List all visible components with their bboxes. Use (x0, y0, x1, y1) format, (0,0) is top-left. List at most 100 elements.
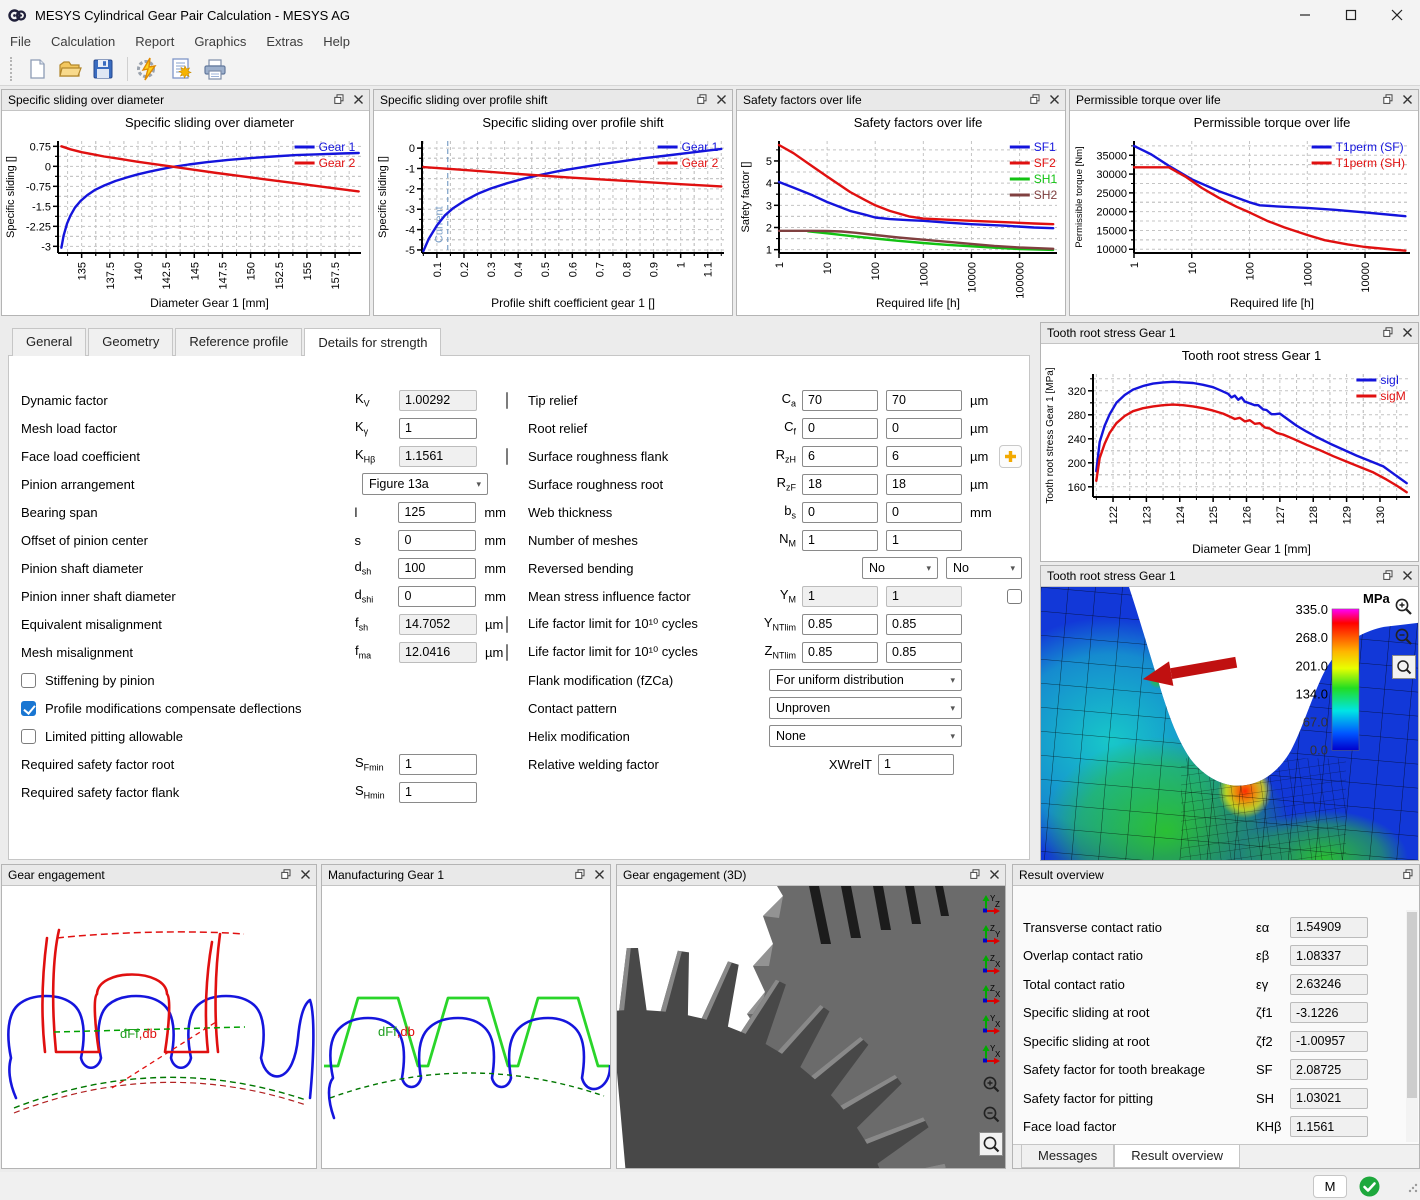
tab-geometry[interactable]: Geometry (88, 328, 173, 356)
close-button[interactable] (1374, 0, 1420, 30)
close-panel-button[interactable] (1403, 326, 1412, 340)
close-panel-button[interactable] (354, 93, 363, 107)
input-number-of-meshes-gear2[interactable]: 1 (886, 530, 962, 551)
input-tip-relief-gear2[interactable]: 70 (886, 390, 962, 411)
maximize-button[interactable] (1328, 0, 1374, 30)
gear-engagement-view[interactable]: dFf,db (2, 886, 316, 1168)
close-panel-button[interactable] (301, 868, 310, 882)
menu-item-calculation[interactable]: Calculation (41, 32, 125, 51)
mode-button[interactable]: M (1313, 1175, 1347, 1198)
input-web-thickness-gear2[interactable]: 0 (886, 502, 962, 523)
checkbox-stiffening-by-pinion[interactable] (21, 673, 36, 688)
checkbox-life-factor-limit-for-10-cycles[interactable] (506, 644, 508, 661)
checkbox-tip-relief[interactable] (506, 392, 508, 409)
zoom-fit-button[interactable] (1392, 655, 1416, 679)
input-equivalent-misalignment[interactable]: 14.7052 (399, 614, 477, 635)
input-mean-stress-influence-factor-gear2[interactable]: 1 (886, 586, 962, 607)
checkbox-life-factor-limit-for-10-cycles[interactable] (506, 616, 508, 633)
input-surface-roughness-flank-gear2[interactable]: 6 (886, 446, 962, 467)
input-life-factor-limit-for-10-cycles-gear1[interactable]: 0.85 (802, 614, 878, 635)
manufacturing-view[interactable]: dFf,db (322, 886, 610, 1168)
select-pinion-arrangement[interactable]: Figure 13a▾ (362, 473, 488, 495)
input-pinion-inner-shaft-diameter[interactable]: 0 (398, 586, 476, 607)
resize-grip[interactable] (1408, 1180, 1418, 1198)
input-required-safety-factor-flank[interactable]: 1 (399, 782, 477, 803)
input-life-factor-limit-for-10-cycles-gear1[interactable]: 0.85 (802, 642, 878, 663)
input-web-thickness-gear1[interactable]: 0 (802, 502, 878, 523)
float-panel-button[interactable] (281, 868, 291, 882)
fem-view[interactable]: MPa 335.0 268.0 201.0 134.0 67.0 0.0 (1041, 587, 1418, 860)
axis-view-yx-button[interactable]: YX (979, 1012, 1003, 1036)
input-root-relief-gear2[interactable]: 0 (886, 418, 962, 439)
menu-item-help[interactable]: Help (313, 32, 360, 51)
checkbox-surface-roughness-flank[interactable] (506, 448, 508, 465)
checkbox-profile-modifications-compensate-deflections[interactable] (21, 701, 36, 716)
float-panel-button[interactable] (334, 93, 344, 107)
input-life-factor-limit-for-10-cycles-gear2[interactable]: 0.85 (886, 642, 962, 663)
scrollbar[interactable] (1406, 910, 1418, 1142)
menu-item-report[interactable]: Report (125, 32, 184, 51)
minimize-button[interactable] (1282, 0, 1328, 30)
input-mesh-load-factor[interactable]: 1 (399, 418, 477, 439)
gear-3d-view[interactable]: YZ ZY ZX ZX YX YX (617, 886, 1005, 1168)
save-button[interactable] (88, 55, 118, 83)
input-offset-of-pinion-center[interactable]: 0 (398, 530, 476, 551)
float-panel-button[interactable] (1030, 93, 1040, 107)
float-panel-button[interactable] (970, 868, 980, 882)
input-pinion-shaft-diameter[interactable]: 100 (398, 558, 476, 579)
zoom-fit-button[interactable] (979, 1132, 1003, 1156)
add-button[interactable] (999, 445, 1022, 468)
scrollbar-thumb[interactable] (1407, 912, 1417, 1098)
open-file-button[interactable] (55, 55, 85, 83)
axis-view-zx-button[interactable]: ZX (979, 982, 1003, 1006)
input-mesh-misalignment[interactable]: 12.0416 (399, 642, 477, 663)
input-surface-roughness-root-gear1[interactable]: 18 (802, 474, 878, 495)
close-panel-button[interactable] (1050, 93, 1059, 107)
float-panel-button[interactable] (1383, 326, 1393, 340)
float-panel-button[interactable] (575, 868, 585, 882)
select-reversed-bending-gear1[interactable]: No▾ (862, 557, 938, 579)
tab-details-for-strength[interactable]: Details for strength (304, 328, 441, 356)
input-tip-relief-gear1[interactable]: 70 (802, 390, 878, 411)
input-mean-stress-influence-factor-gear1[interactable]: 1 (802, 586, 878, 607)
input-required-safety-factor-root[interactable]: 1 (399, 754, 477, 775)
zoom-out-button[interactable] (979, 1102, 1003, 1126)
close-panel-button[interactable] (1403, 93, 1412, 107)
calculate-button[interactable] (134, 55, 164, 83)
axis-view-zx-button[interactable]: ZX (979, 952, 1003, 976)
input-surface-roughness-root-gear2[interactable]: 18 (886, 474, 962, 495)
float-panel-button[interactable] (1383, 569, 1393, 583)
input-life-factor-limit-for-10-cycles-gear2[interactable]: 0.85 (886, 614, 962, 635)
tab-result-overview[interactable]: Result overview (1114, 1145, 1240, 1168)
input-surface-roughness-flank-gear1[interactable]: 6 (802, 446, 878, 467)
float-panel-button[interactable] (697, 93, 707, 107)
float-panel-button[interactable] (1383, 93, 1393, 107)
tab-general[interactable]: General (12, 328, 86, 356)
axis-view-yx-button[interactable]: YX (979, 1042, 1003, 1066)
select-helix-modification[interactable]: None▾ (769, 725, 962, 747)
input-dynamic-factor[interactable]: 1.00292 (399, 390, 477, 411)
zoom-out-button[interactable] (1392, 625, 1416, 649)
close-panel-button[interactable] (1403, 569, 1412, 583)
zoom-in-button[interactable] (979, 1072, 1003, 1096)
new-document-button[interactable] (22, 55, 52, 83)
input-number-of-meshes-gear1[interactable]: 1 (802, 530, 878, 551)
select-flank-modification-fzca[interactable]: For uniform distribution▾ (769, 669, 962, 691)
axis-view-yz-button[interactable]: YZ (979, 892, 1003, 916)
close-panel-button[interactable] (990, 868, 999, 882)
menu-item-graphics[interactable]: Graphics (184, 32, 256, 51)
tab-reference-profile[interactable]: Reference profile (175, 328, 302, 356)
menu-item-extras[interactable]: Extras (256, 32, 313, 51)
checkbox-mean-stress-influence-factor-override[interactable] (1007, 589, 1022, 604)
checkbox-limited-pitting-allowable[interactable] (21, 729, 36, 744)
axis-view-zy-button[interactable]: ZY (979, 922, 1003, 946)
input-relative-welding-factor[interactable]: 1 (878, 754, 954, 775)
select-contact-pattern[interactable]: Unproven▾ (769, 697, 962, 719)
input-bearing-span[interactable]: 125 (398, 502, 476, 523)
print-button[interactable] (200, 55, 230, 83)
input-face-load-coefficient[interactable]: 1.1561 (399, 446, 477, 467)
select-reversed-bending-gear2[interactable]: No▾ (946, 557, 1022, 579)
toolbar-grip[interactable] (10, 57, 16, 81)
zoom-in-button[interactable] (1392, 595, 1416, 619)
menu-item-file[interactable]: File (0, 32, 41, 51)
